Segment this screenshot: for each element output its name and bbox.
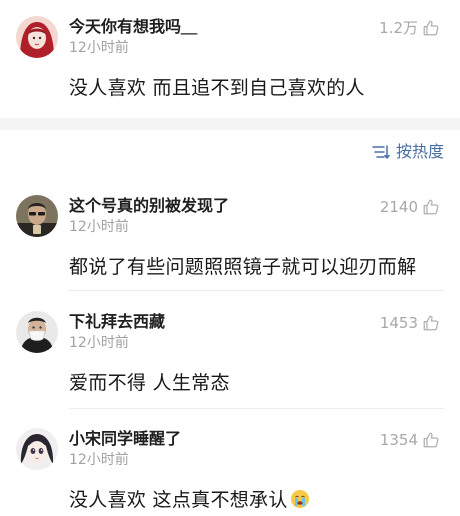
comment-text: 没人喜欢 而且追不到自己喜欢的人 [69, 77, 365, 99]
crying-face-emoji [290, 490, 309, 508]
sort-label: 按热度 [395, 142, 444, 161]
thumb-up-icon [423, 432, 439, 448]
username[interactable]: 下礼拜去西藏 [69, 311, 165, 333]
like-button[interactable]: 1.2万 [379, 16, 440, 40]
like-button[interactable]: 1354 [380, 428, 440, 452]
sort-icon [372, 145, 390, 159]
separator [69, 408, 444, 409]
avatar[interactable] [16, 16, 58, 58]
avatar[interactable] [16, 311, 58, 353]
username[interactable]: 今天你有想我吗＿ [69, 16, 197, 38]
like-button[interactable]: 1453 [380, 311, 440, 335]
timestamp: 12小时前 [69, 335, 129, 351]
like-count: 1354 [379, 431, 418, 449]
timestamp: 12小时前 [69, 219, 129, 235]
section-divider [0, 118, 460, 130]
sort-toggle[interactable]: 按热度 [372, 140, 444, 164]
username[interactable]: 这个号真的别被发现了 [69, 195, 229, 217]
timestamp: 12小时前 [69, 40, 129, 56]
comment-text-row: 没人喜欢 这点真不想承认 [69, 486, 310, 514]
like-count: 1453 [379, 314, 418, 332]
comment-text: 爱而不得 人生常态 [69, 372, 230, 394]
thumb-up-icon [423, 315, 439, 331]
timestamp: 12小时前 [69, 452, 129, 468]
comment-text: 都说了有些问题照照镜子就可以迎刃而解 [69, 256, 417, 278]
like-count: 2140 [379, 198, 418, 216]
avatar[interactable] [16, 195, 58, 237]
like-button[interactable]: 2140 [380, 195, 440, 219]
username[interactable]: 小宋同学睡醒了 [69, 428, 181, 450]
like-count: 1.2万 [379, 19, 418, 37]
avatar[interactable] [16, 428, 58, 470]
separator [69, 290, 444, 291]
comment-text: 没人喜欢 这点真不想承认 [69, 489, 288, 511]
thumb-up-icon [423, 199, 439, 215]
thumb-up-icon [423, 20, 439, 36]
comment-page: 今天你有想我吗＿ 12小时前 1.2万 没人喜欢 而且追不到自己喜欢的人 按热度 [0, 0, 460, 516]
